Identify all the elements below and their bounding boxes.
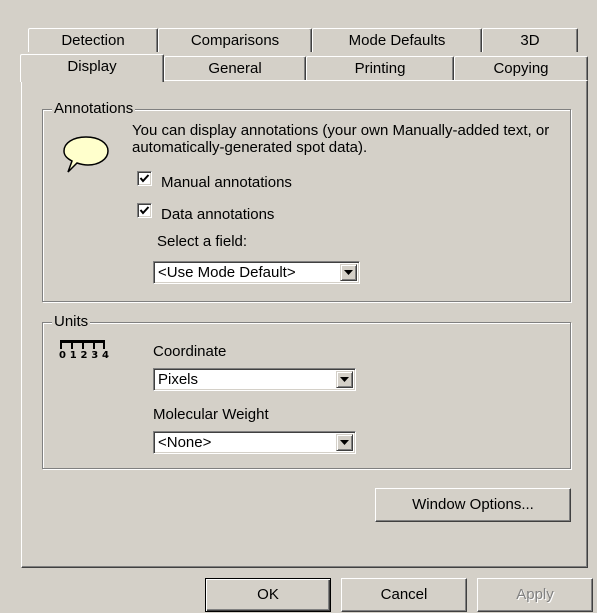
data-annotations-checkbox[interactable] — [137, 203, 152, 218]
speech-bubble-icon — [63, 136, 109, 173]
apply-button[interactable]: Apply — [477, 578, 593, 612]
annotation-field-dropdown-button[interactable] — [340, 264, 357, 281]
molecular-weight-value: <None> — [158, 434, 212, 451]
chevron-down-icon — [340, 440, 349, 445]
ok-button[interactable]: OK — [205, 578, 331, 612]
checkmark-icon — [139, 174, 150, 183]
manual-annotations-checkbox[interactable] — [137, 171, 152, 186]
annotation-field-select[interactable]: <Use Mode Default> — [153, 261, 360, 284]
ruler-ticks — [60, 340, 105, 349]
molecular-weight-label: Molecular Weight — [153, 406, 269, 423]
tab-general[interactable]: General — [164, 56, 306, 80]
tab-printing[interactable]: Printing — [306, 56, 454, 80]
data-annotations-label: Data annotations — [161, 206, 275, 223]
tab-mode-defaults[interactable]: Mode Defaults — [312, 28, 482, 52]
annotations-group-title: Annotations — [52, 100, 136, 117]
chevron-down-icon — [340, 377, 349, 382]
tab-copying[interactable]: Copying — [454, 56, 588, 80]
annotation-field-value: <Use Mode Default> — [158, 264, 296, 281]
tab-display[interactable]: Display — [20, 54, 164, 82]
coordinate-label: Coordinate — [153, 343, 227, 360]
coordinate-dropdown-button[interactable] — [336, 371, 353, 388]
molecular-weight-dropdown-button[interactable] — [336, 434, 353, 451]
coordinate-select[interactable]: Pixels — [153, 368, 356, 391]
window-options-button[interactable]: Window Options... — [375, 488, 571, 522]
checkmark-icon — [139, 206, 150, 215]
coordinate-value: Pixels — [158, 371, 199, 388]
select-field-label: Select a field: — [157, 233, 248, 250]
annotations-description: You can display annotations (your own Ma… — [132, 122, 550, 156]
units-group-title: Units — [52, 313, 91, 330]
manual-annotations-label: Manual annotations — [161, 174, 292, 191]
tab-detection[interactable]: Detection — [28, 28, 158, 52]
molecular-weight-select[interactable]: <None> — [153, 431, 356, 454]
cancel-button[interactable]: Cancel — [341, 578, 467, 612]
tab-3d[interactable]: 3D — [482, 28, 578, 52]
chevron-down-icon — [344, 270, 353, 275]
ruler-digits: 01234 — [59, 350, 113, 361]
tab-comparisons[interactable]: Comparisons — [158, 28, 312, 52]
ruler-icon: 01234 — [59, 340, 113, 370]
